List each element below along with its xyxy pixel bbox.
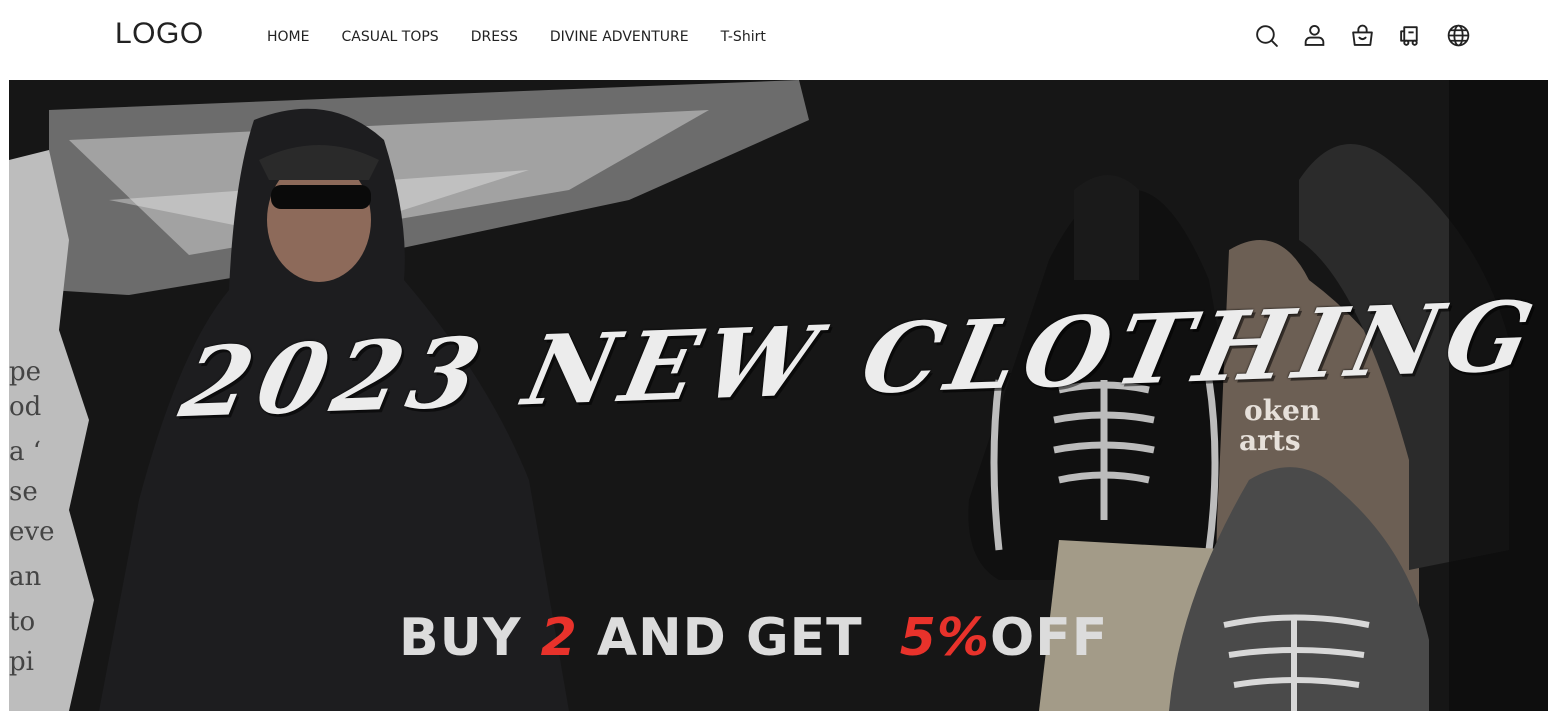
- svg-text:se: se: [9, 477, 38, 507]
- nav-casual-tops[interactable]: CASUAL TOPS: [341, 29, 438, 45]
- svg-text:to: to: [9, 607, 35, 637]
- svg-text:od: od: [9, 392, 41, 422]
- logo[interactable]: LOGO: [115, 17, 204, 51]
- site-header: LOGO HOME CASUAL TOPS DRESS DIVINE ADVEN…: [0, 0, 1556, 80]
- search-icon[interactable]: [1254, 22, 1279, 49]
- nav-home[interactable]: HOME: [267, 29, 309, 45]
- promo-qty: 2: [540, 608, 578, 668]
- nav-dress[interactable]: DRESS: [471, 29, 518, 45]
- promo-prefix: BUY: [399, 608, 522, 668]
- svg-text:pe: pe: [9, 357, 41, 387]
- globe-icon[interactable]: [1446, 22, 1471, 49]
- hero-banner[interactable]: pe od a ‘ se eve an to pi oken arts 2023…: [9, 80, 1548, 711]
- delivery-truck-icon[interactable]: [1398, 22, 1423, 49]
- nav-divine-adventure[interactable]: DIVINE ADVENTURE: [550, 29, 689, 45]
- svg-text:an: an: [9, 562, 42, 592]
- nav-t-shirt[interactable]: T-Shirt: [721, 29, 766, 45]
- promo-suffix: OFF: [990, 608, 1109, 668]
- promo-middle: AND GET: [596, 608, 863, 668]
- svg-text:pi: pi: [9, 647, 34, 677]
- banner-promo: BUY 2 AND GET 5%OFF: [399, 608, 1108, 668]
- svg-text:a ‘: a ‘: [9, 437, 41, 467]
- svg-text:eve: eve: [9, 517, 54, 547]
- user-icon[interactable]: [1302, 22, 1327, 49]
- main-nav: HOME CASUAL TOPS DRESS DIVINE ADVENTURE …: [267, 29, 766, 45]
- header-icons: [1254, 22, 1471, 49]
- svg-text:arts: arts: [1239, 424, 1301, 457]
- bag-icon[interactable]: [1350, 22, 1375, 49]
- promo-discount: 5%: [899, 608, 991, 668]
